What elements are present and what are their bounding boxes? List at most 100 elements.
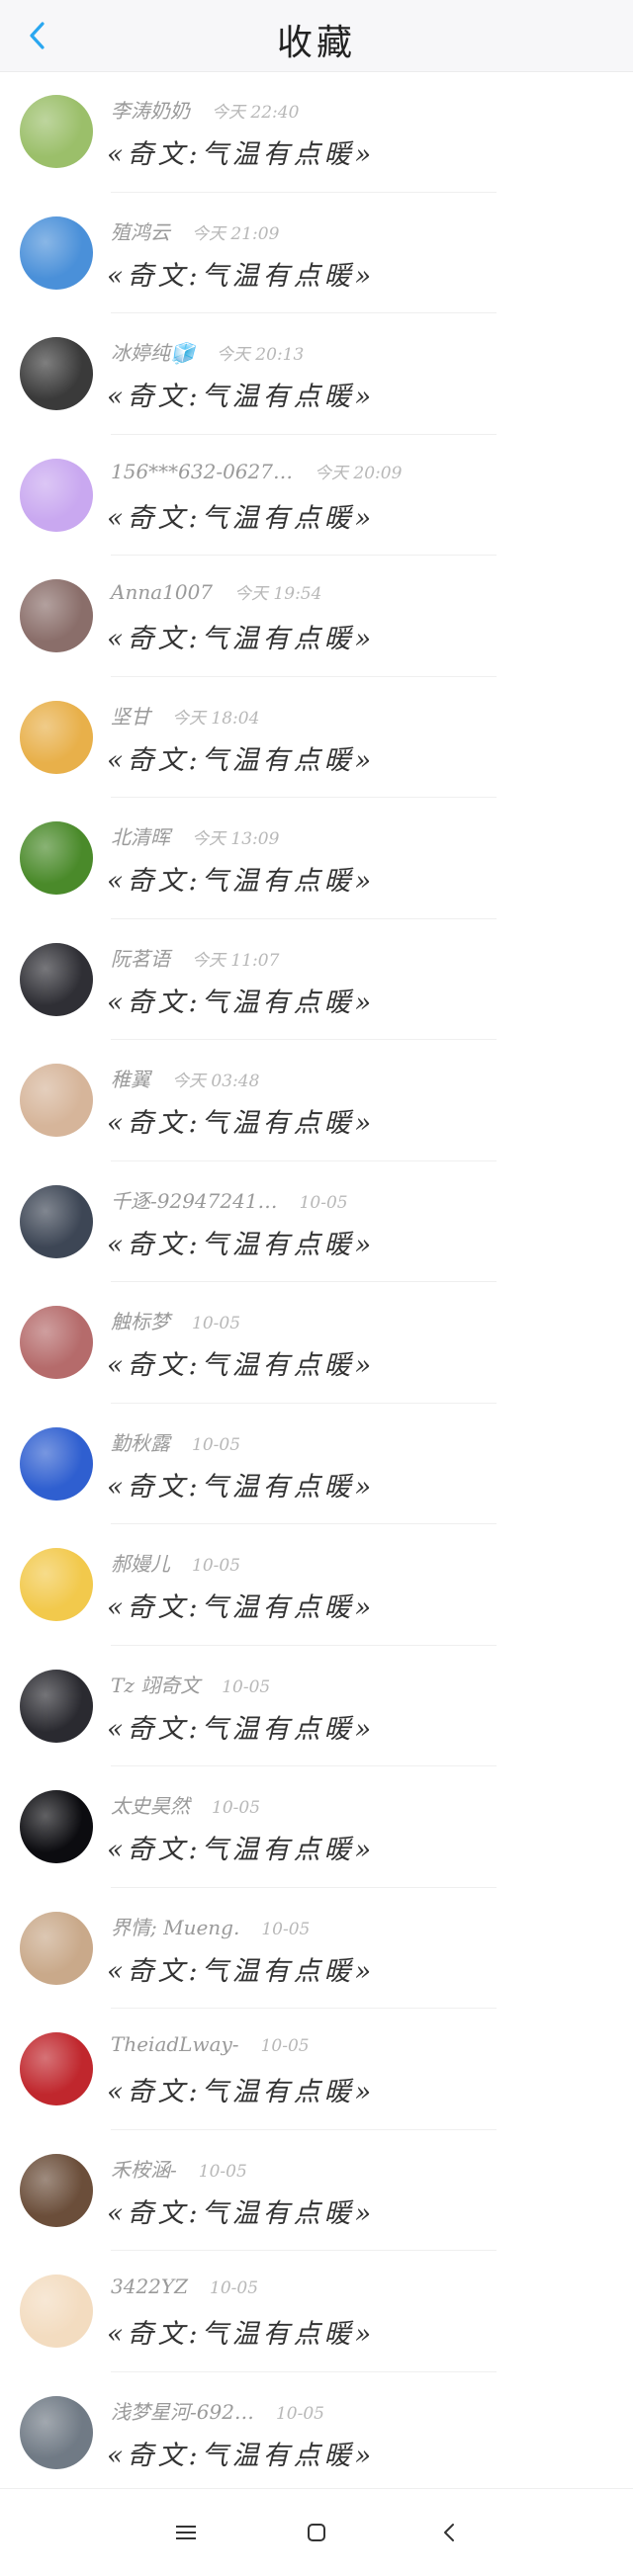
user-name[interactable]: 坚甘: [111, 705, 150, 729]
avatar[interactable]: [20, 2395, 93, 2469]
name-line: 殖鸿云 今天 21:09: [111, 216, 279, 245]
message-text: «奇文:气温有点暖»: [107, 2319, 376, 2350]
timestamp: 今天 18:04: [172, 708, 260, 729]
system-back-button[interactable]: [427, 2511, 471, 2554]
avatar[interactable]: [20, 1426, 93, 1501]
name-line: 勤秋露 10-05: [111, 1427, 240, 1456]
message-text: «奇文:气温有点暖»: [107, 2197, 376, 2229]
name-line: 稚翼 今天 03:48: [111, 1064, 259, 1092]
message-text: «奇文:气温有点暖»: [107, 1835, 376, 1865]
avatar[interactable]: [20, 2032, 93, 2105]
user-name[interactable]: 殖鸿云: [111, 220, 170, 244]
list-item[interactable]: 坚甘 今天 18:04 «奇文:气温有点暖»: [0, 677, 633, 798]
avatar[interactable]: [20, 579, 93, 652]
list-item[interactable]: Tz 翊奇文 10-05 «奇文:气温有点暖»: [0, 1646, 633, 1766]
list-item[interactable]: Anna1007 今天 19:54 «奇文:气温有点暖»: [0, 556, 633, 677]
list-item[interactable]: 李涛奶奶 今天 22:40 «奇文:气温有点暖»: [0, 71, 633, 193]
message-text: «奇文:气温有点暖»: [107, 1955, 376, 1987]
message-text: «奇文:气温有点暖»: [107, 1471, 376, 1503]
user-name[interactable]: 李涛奶奶: [111, 99, 190, 123]
user-name[interactable]: Tz 翊奇文: [111, 1674, 200, 1697]
page-title: 收藏: [276, 23, 356, 63]
user-name[interactable]: 北清晖: [111, 825, 170, 849]
timestamp: 10-05: [192, 1314, 241, 1333]
timestamp: 今天 20:09: [315, 463, 403, 483]
user-name[interactable]: 3422YZ: [111, 2275, 188, 2298]
user-name[interactable]: 稚翼: [111, 1068, 150, 1091]
name-line: Tz 翊奇文 10-05: [111, 1670, 270, 1698]
timestamp: 今天 22:40: [212, 103, 300, 123]
list-item[interactable]: 郝嫚儿 10-05 «奇文:气温有点暖»: [0, 1524, 633, 1646]
list-item[interactable]: 156***632-0627… 今天 20:09 «奇文:气温有点暖»: [0, 435, 633, 556]
avatar[interactable]: [20, 1184, 93, 1258]
list-item[interactable]: 千逐-92947241… 10-05 «奇文:气温有点暖»: [0, 1161, 633, 1282]
user-name[interactable]: 冰婷纯🧊: [111, 341, 195, 365]
message-text: «奇文:气温有点暖»: [107, 382, 376, 412]
avatar[interactable]: [20, 1306, 93, 1379]
user-name[interactable]: 156***632-0627…: [111, 460, 293, 483]
user-name[interactable]: 禾桉涵-: [111, 2158, 177, 2182]
home-square-icon: [308, 2524, 325, 2541]
list-item[interactable]: 禾桉涵- 10-05 «奇文:气温有点暖»: [0, 2130, 633, 2251]
avatar[interactable]: [20, 337, 93, 410]
list-item[interactable]: 太史昊然 10-05 «奇文:气温有点暖»: [0, 1766, 633, 1888]
timestamp: 今天 21:09: [192, 223, 280, 244]
user-name[interactable]: 触标梦: [111, 1310, 170, 1333]
name-line: Anna1007 今天 19:54: [111, 579, 321, 604]
name-line: 坚甘 今天 18:04: [111, 701, 259, 730]
user-name[interactable]: TheiadLway-: [111, 2032, 239, 2056]
list-item[interactable]: 殖鸿云 今天 21:09 «奇文:气温有点暖»: [0, 193, 633, 313]
list-item[interactable]: 稚翼 今天 03:48 «奇文:气温有点暖»: [0, 1040, 633, 1161]
avatar[interactable]: [20, 95, 93, 168]
avatar[interactable]: [20, 2275, 93, 2348]
timestamp: 今天 03:48: [172, 1072, 260, 1091]
list-item[interactable]: 阮茗语 今天 11:07 «奇文:气温有点暖»: [0, 919, 633, 1040]
message-text: «奇文:气温有点暖»: [107, 260, 376, 292]
user-name[interactable]: Anna1007: [111, 580, 213, 604]
message-text: «奇文:气温有点暖»: [107, 744, 376, 776]
timestamp: 10-05: [299, 1192, 348, 1213]
name-line: 浅梦星河-692… 10-05: [111, 2396, 324, 2425]
message-text: «奇文:气温有点暖»: [107, 866, 376, 897]
menu-button[interactable]: [164, 2511, 208, 2554]
timestamp: 10-05: [192, 1556, 241, 1576]
avatar[interactable]: [20, 2153, 93, 2227]
avatar[interactable]: [20, 458, 93, 532]
avatar[interactable]: [20, 1064, 93, 1137]
user-name[interactable]: 阮茗语: [111, 947, 170, 971]
header-bar: 收藏: [0, 0, 633, 72]
message-text: «奇文:气温有点暖»: [107, 1713, 376, 1745]
list-item[interactable]: 浅梦星河-692… 10-05 «奇文:气温有点暖»: [0, 2372, 633, 2493]
avatar[interactable]: [20, 1911, 93, 1985]
user-name[interactable]: 浅梦星河-692…: [111, 2400, 254, 2424]
timestamp: 今天 20:13: [216, 345, 305, 365]
back-triangle-icon: [444, 2524, 454, 2541]
user-name[interactable]: 千逐-92947241…: [111, 1189, 278, 1213]
user-name[interactable]: 勤秋露: [111, 1431, 170, 1455]
avatar[interactable]: [20, 700, 93, 774]
timestamp: 10-05: [260, 2036, 310, 2056]
avatar[interactable]: [20, 1669, 93, 1743]
avatar[interactable]: [20, 821, 93, 895]
timestamp: 10-05: [222, 1676, 271, 1697]
user-name[interactable]: 界情; Mueng.: [111, 1916, 239, 1939]
home-button[interactable]: [295, 2511, 338, 2554]
name-line: TheiadLway- 10-05: [111, 2032, 310, 2056]
timestamp: 今天 19:54: [234, 584, 322, 604]
name-line: 李涛奶奶 今天 22:40: [111, 95, 299, 124]
list-item[interactable]: TheiadLway- 10-05 «奇文:气温有点暖»: [0, 2009, 633, 2130]
avatar[interactable]: [20, 1790, 93, 1863]
user-name[interactable]: 太史昊然: [111, 1794, 190, 1818]
list-item[interactable]: 冰婷纯🧊 今天 20:13 «奇文:气温有点暖»: [0, 313, 633, 435]
list-item[interactable]: 触标梦 10-05 «奇文:气温有点暖»: [0, 1282, 633, 1404]
avatar[interactable]: [20, 1548, 93, 1621]
user-name[interactable]: 郝嫚儿: [111, 1552, 170, 1576]
name-line: 界情; Mueng. 10-05: [111, 1912, 310, 1940]
name-line: 触标梦 10-05: [111, 1306, 240, 1334]
list-item[interactable]: 3422YZ 10-05 «奇文:气温有点暖»: [0, 2251, 633, 2372]
list-item[interactable]: 勤秋露 10-05 «奇文:气温有点暖»: [0, 1404, 633, 1524]
list-item[interactable]: 界情; Mueng. 10-05 «奇文:气温有点暖»: [0, 1888, 633, 2009]
avatar[interactable]: [20, 942, 93, 1016]
avatar[interactable]: [20, 215, 93, 290]
list-item[interactable]: 北清晖 今天 13:09 «奇文:气温有点暖»: [0, 798, 633, 919]
